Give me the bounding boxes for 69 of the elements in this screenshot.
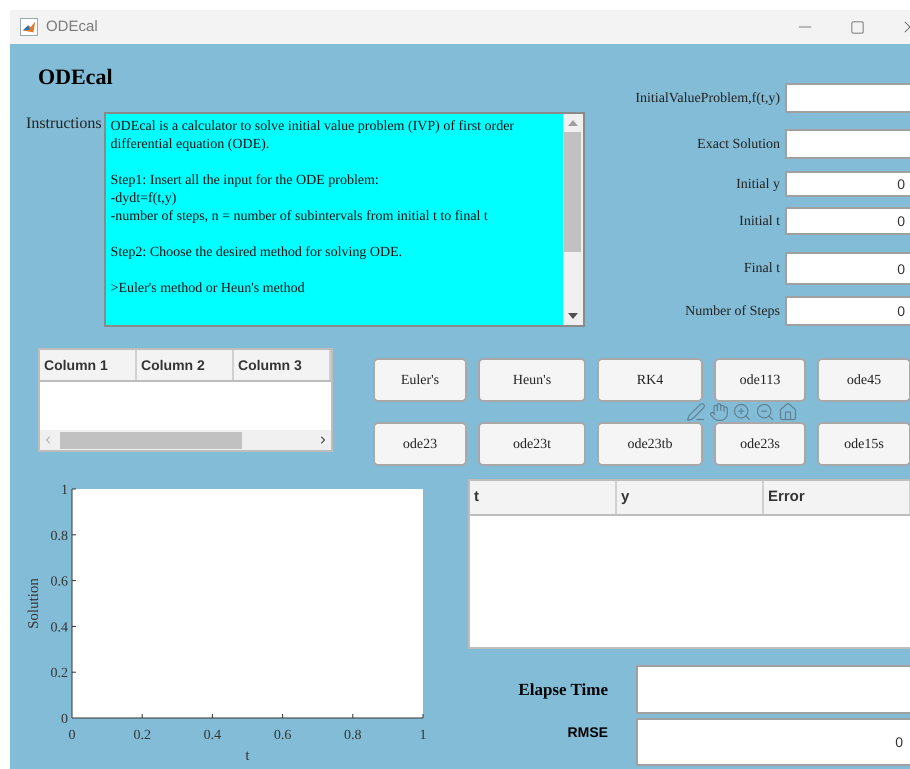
method-button[interactable]: ode23s: [714, 422, 806, 466]
scroll-up-icon[interactable]: [568, 120, 578, 126]
data-table[interactable]: Column 1 Column 2 Column 3: [38, 348, 333, 452]
method-button[interactable]: ode15s: [817, 422, 910, 466]
column-header[interactable]: Column 3: [234, 350, 331, 380]
instruction-text: >Euler's method or Heun's method: [110, 280, 305, 298]
input-field[interactable]: 0: [785, 171, 910, 197]
input-field[interactable]: [785, 129, 910, 159]
tick-label: 0.6: [274, 728, 292, 743]
output-field[interactable]: [636, 665, 910, 714]
scrollbar-thumb[interactable]: [60, 432, 242, 448]
maximize-icon[interactable]: [850, 20, 865, 34]
field-label: Initial y: [735, 176, 781, 194]
tick-label: 0.8: [344, 728, 362, 743]
method-button[interactable]: ode23t: [478, 422, 586, 466]
instruction-text: Step2: Choose the desired method for solving ODE.: [110, 244, 402, 262]
instructions-box[interactable]: [104, 112, 585, 327]
column-header[interactable]: Column 1: [40, 350, 137, 380]
hand-icon[interactable]: [709, 402, 729, 422]
tick-label: 1: [61, 483, 68, 498]
results-table[interactable]: t y Error: [468, 479, 910, 649]
column-header[interactable]: y: [617, 481, 764, 514]
tick-label: 0.2: [133, 728, 151, 743]
tick-label: 0.8: [50, 528, 68, 544]
input-field[interactable]: [785, 83, 910, 113]
output-field[interactable]: 0: [636, 718, 910, 766]
input-field[interactable]: 0: [785, 252, 910, 285]
app-logo-icon: [20, 18, 38, 36]
horizontal-scrollbar[interactable]: [40, 430, 331, 450]
field-label: Initial t: [738, 212, 781, 230]
instructions-label: Instructions: [26, 114, 102, 134]
tick-label: 0.4: [204, 728, 222, 743]
scrollbar-thumb[interactable]: [564, 132, 582, 252]
method-button[interactable]: ode45: [817, 358, 910, 402]
window-title: ODEcal: [46, 16, 98, 37]
method-button[interactable]: ode113: [714, 358, 806, 402]
output-label: Elapse Time: [517, 678, 609, 701]
column-header[interactable]: Column 2: [137, 350, 234, 380]
tick-label: 1: [420, 728, 426, 743]
tick-label: 0.6: [50, 574, 68, 590]
column-header[interactable]: Error: [764, 481, 910, 514]
pen-icon[interactable]: [686, 402, 706, 422]
tick-label: 0.2: [50, 666, 68, 682]
app-heading: ODEcal: [38, 64, 113, 90]
method-button[interactable]: ode23: [373, 422, 467, 466]
output-label: RMSE: [566, 723, 609, 742]
field-label: Exact Solution: [696, 136, 781, 154]
scroll-down-icon[interactable]: [568, 313, 578, 319]
zoom-out-icon[interactable]: [755, 402, 775, 422]
tick-label: 0: [68, 728, 76, 743]
instruction-text: ODEcal is a calculator to solve initial value problem (IVP) of first order differential equation (ODE).: [110, 118, 516, 154]
instruction-text: Step1: Insert all the input for the ODE problem: -dydt=f(t,y) -number of steps, n = number of subintervals from initial t to final t: [110, 172, 488, 226]
home-icon[interactable]: [778, 402, 798, 422]
field-label: Number of Steps: [684, 302, 781, 320]
tick-label: 0: [61, 712, 68, 727]
vertical-scrollbar[interactable]: [562, 114, 583, 325]
x-axis-label: t: [245, 748, 250, 764]
zoom-in-icon[interactable]: [732, 402, 752, 422]
tick-label: 0.4: [50, 620, 68, 636]
method-button[interactable]: RK4: [597, 358, 703, 402]
field-label: Final t: [742, 260, 781, 278]
method-button[interactable]: Heun's: [478, 358, 586, 402]
input-field[interactable]: 0: [785, 207, 910, 235]
field-label: InitialValueProblem,f(t,y): [634, 90, 781, 108]
column-header[interactable]: t: [470, 481, 617, 514]
method-button[interactable]: Euler's: [373, 358, 467, 402]
method-button[interactable]: ode23tb: [597, 422, 703, 466]
y-axis-label: Solution: [26, 578, 42, 629]
input-field[interactable]: 0: [785, 296, 910, 326]
